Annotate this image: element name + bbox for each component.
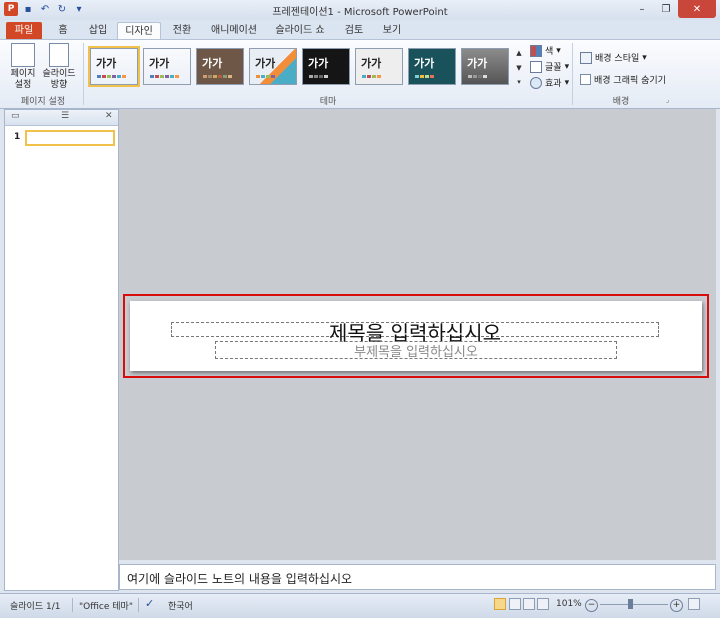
notes-pane[interactable]: 여기에 슬라이드 노트의 내용을 입력하십시오: [119, 564, 716, 590]
zoom-slider-thumb[interactable]: [628, 599, 633, 609]
effects-icon: [530, 76, 542, 89]
spellcheck-icon[interactable]: ✓: [145, 597, 154, 610]
slides-pane-header: ▭ ☰ ✕: [5, 110, 118, 126]
zoom-in-icon[interactable]: +: [670, 599, 683, 612]
maximize-icon[interactable]: ❐: [654, 0, 678, 18]
slide-thumbnail-number: 1: [14, 132, 21, 142]
theme-gallery-item-7[interactable]: 가가: [408, 48, 456, 85]
dialog-launcher-icon[interactable]: ⌟: [666, 96, 669, 104]
theme-gallery-item-2[interactable]: 가가: [143, 48, 191, 85]
status-divider: [138, 598, 139, 612]
theme-colors-button[interactable]: 색 ▾: [530, 44, 561, 57]
slides-tab-icon[interactable]: ▭: [11, 111, 20, 121]
status-theme[interactable]: "Office 테마": [79, 599, 133, 612]
slideshow-view-icon[interactable]: [537, 598, 549, 610]
zoom-out-icon[interactable]: −: [585, 599, 598, 612]
theme-gallery-item-6[interactable]: 가가: [355, 48, 403, 85]
ribbon: 페이지 설정 슬라이드 방향 페이지 설정 가가 가가 가가 가가 가가 가가 …: [0, 39, 720, 109]
ribbon-separator: [83, 43, 84, 105]
theme-fonts-label: 글꼴: [545, 63, 562, 73]
group-label-background: 배경: [612, 97, 630, 107]
gallery-more-icon[interactable]: ▾: [514, 78, 524, 86]
dropdown-arrow-icon: ▾: [564, 61, 570, 72]
outline-tab-icon[interactable]: ☰: [61, 111, 69, 121]
theme-gallery-item-3[interactable]: 가가: [196, 48, 244, 85]
theme-gallery-item-5[interactable]: 가가: [302, 48, 350, 85]
hide-background-label: 배경 그래픽 숨기기: [594, 76, 666, 86]
theme-effects-label: 효과: [545, 79, 562, 89]
tab-review[interactable]: 검토: [338, 22, 370, 39]
page-setup-label: 페이지 설정: [10, 69, 36, 90]
font-icon: [530, 60, 542, 73]
normal-view-icon[interactable]: [494, 598, 506, 610]
group-label-page-setup: 페이지 설정: [20, 97, 66, 107]
tab-file[interactable]: 파일: [6, 22, 42, 39]
notes-placeholder: 여기에 슬라이드 노트의 내용을 입력하십시오: [127, 572, 353, 586]
slide-canvas: 제목을 입력하십시오 부제목을 입력하십시오: [119, 109, 716, 560]
theme-gallery-scroll: ▲ ▼ ▾: [514, 49, 524, 86]
tab-home[interactable]: 홈: [48, 22, 78, 39]
status-bar: 슬라이드 1/1 "Office 테마" ✓ 한국어 101% − +: [0, 593, 720, 618]
slide-thumbnail[interactable]: [25, 130, 115, 146]
status-slide-info: 슬라이드 1/1: [10, 602, 61, 612]
highlight-box: [123, 294, 709, 378]
background-styles-button[interactable]: 배경 스타일 ▾: [580, 51, 647, 64]
dropdown-arrow-icon: ▾: [564, 77, 570, 88]
window-title: 프레젠테이션1 - Microsoft PowerPoint: [272, 7, 448, 18]
window-controls: – ❐ ✕: [630, 0, 716, 18]
zoom-slider[interactable]: [600, 604, 668, 605]
close-icon[interactable]: ✕: [678, 0, 716, 18]
theme-gallery-item-4[interactable]: 가가: [249, 48, 297, 85]
status-divider: [72, 598, 73, 612]
close-pane-icon[interactable]: ✕: [105, 111, 113, 121]
background-styles-icon: [580, 51, 592, 64]
theme-effects-button[interactable]: 효과 ▾: [530, 76, 569, 89]
tab-animations[interactable]: 애니메이션: [206, 22, 262, 39]
slide-sorter-view-icon[interactable]: [509, 598, 521, 610]
ribbon-separator: [572, 43, 573, 105]
theme-gallery-item-1[interactable]: 가가: [88, 46, 140, 87]
fit-to-window-icon[interactable]: [688, 598, 700, 610]
slide-orientation-icon: [49, 43, 69, 67]
tab-design[interactable]: 디자인: [117, 22, 161, 40]
theme-fonts-button[interactable]: 글꼴 ▾: [530, 60, 569, 73]
gallery-scroll-up-icon[interactable]: ▲: [514, 49, 524, 57]
dropdown-arrow-icon: ▾: [642, 52, 647, 63]
theme-gallery-item-8[interactable]: 가가: [461, 48, 509, 85]
slide-orientation-label: 슬라이드 방향: [42, 69, 76, 90]
tab-view[interactable]: 보기: [375, 22, 409, 39]
page-setup-button[interactable]: 페이지 설정: [7, 43, 39, 91]
tab-transitions[interactable]: 전환: [166, 22, 198, 39]
page-setup-icon: [11, 43, 35, 67]
background-styles-label: 배경 스타일: [595, 54, 640, 64]
status-language[interactable]: 한국어: [168, 599, 193, 612]
ribbon-tabs: 파일 홈 삽입 디자인 전환 애니메이션 슬라이드 쇼 검토 보기 △ ?: [0, 20, 720, 54]
tab-slideshow[interactable]: 슬라이드 쇼: [270, 22, 330, 39]
reading-view-icon[interactable]: [523, 598, 535, 610]
theme-colors-label: 색: [545, 47, 554, 57]
minimize-icon[interactable]: –: [630, 0, 654, 18]
slides-pane: ▭ ☰ ✕ 1: [4, 109, 119, 591]
dropdown-arrow-icon: ▾: [556, 45, 561, 56]
palette-icon: [530, 44, 542, 57]
title-bar: P ▪ ↶ ↻ ▾ 프레젠테이션1 - Microsoft PowerPoint…: [0, 0, 720, 21]
gallery-scroll-down-icon[interactable]: ▼: [514, 64, 524, 72]
tab-insert[interactable]: 삽입: [82, 22, 114, 39]
zoom-level[interactable]: 101%: [556, 599, 582, 609]
slide-orientation-button[interactable]: 슬라이드 방향: [41, 43, 77, 91]
group-label-themes: 테마: [319, 97, 337, 107]
hide-background-graphics[interactable]: 배경 그래픽 숨기기: [580, 73, 666, 86]
hide-background-checkbox[interactable]: [580, 74, 591, 85]
